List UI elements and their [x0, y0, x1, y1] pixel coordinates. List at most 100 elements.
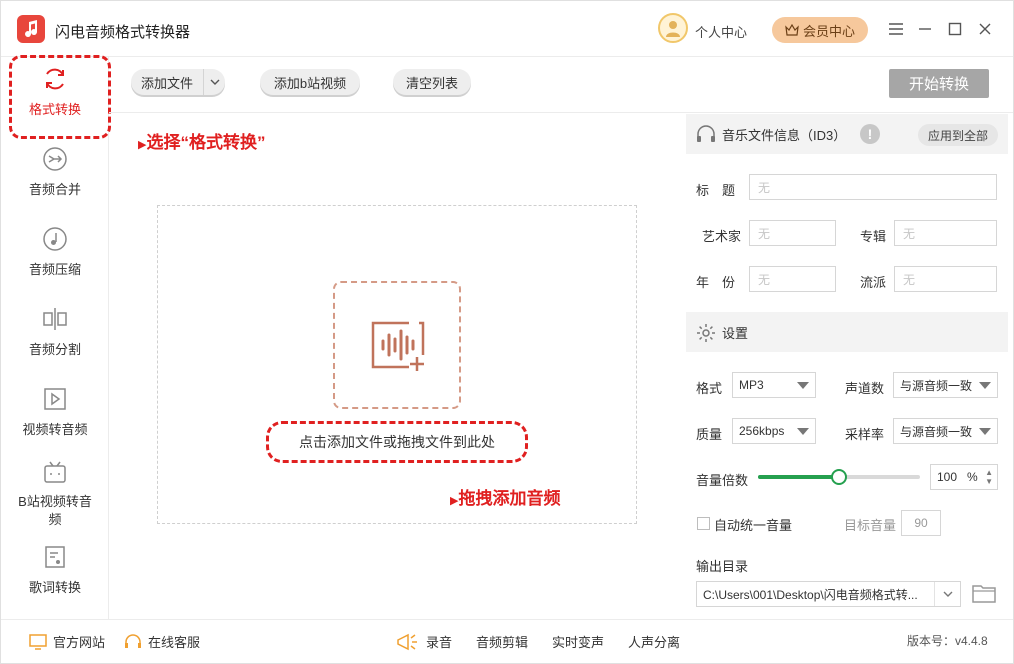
vocal-separate-link[interactable]: 人声分离 [628, 632, 680, 651]
lyrics-icon [41, 543, 69, 571]
sample-rate-value: 与源音频一致 [900, 424, 973, 439]
settings-section-header: 设置 [686, 312, 1008, 352]
format-value: MP3 [739, 378, 764, 392]
maximize-icon[interactable] [945, 19, 965, 39]
member-center-label: 会员中心 [802, 23, 855, 39]
channel-select[interactable]: 与源音频一致 [893, 372, 998, 398]
sidebar-item-format-convert[interactable]: 格式转换 [1, 55, 111, 139]
sidebar-item-label: 歌词转换 [28, 580, 81, 595]
member-center-button[interactable]: 会员中心 [772, 17, 868, 43]
folder-icon[interactable] [972, 583, 996, 606]
format-label: 格式 [696, 381, 723, 396]
personal-center-link[interactable]: 个人中心 [695, 22, 747, 41]
clear-list-button[interactable]: 清空列表 [393, 69, 471, 95]
headset-icon [125, 633, 141, 648]
record-link[interactable]: 录音 [396, 632, 452, 651]
volume-slider-handle[interactable] [831, 469, 847, 485]
highlight-frame [9, 55, 111, 139]
channel-label: 声道数 [845, 381, 885, 396]
bilibili-icon [41, 459, 69, 487]
sidebar-item-label: 音频分割 [28, 342, 81, 357]
volume-value: 100 [937, 470, 958, 484]
sidebar-item-label: 音频压缩 [28, 262, 81, 277]
year-label: 年 份 [696, 275, 736, 290]
volume-label: 音量倍数 [696, 473, 749, 488]
normalize-label: 自动统一音量 [714, 518, 793, 533]
artist-label: 艺术家 [702, 229, 742, 244]
title-label: 标 题 [696, 183, 736, 198]
volume-stepper[interactable]: 100 % ▲ ▼ [930, 464, 998, 490]
chevron-down-icon[interactable] [203, 69, 225, 95]
sidebar-item-compress[interactable]: 音频压缩 [1, 225, 109, 278]
volume-slider-fill [758, 475, 839, 479]
official-website-link[interactable]: 官方网站 [29, 632, 105, 651]
album-label: 专辑 [860, 229, 887, 244]
menu-icon[interactable] [886, 19, 906, 39]
quality-label: 质量 [696, 427, 723, 442]
sidebar-item-merge[interactable]: 音频合并 [1, 145, 109, 198]
minimize-icon[interactable] [915, 19, 935, 39]
add-file-button[interactable]: 添加文件 [131, 69, 225, 95]
sidebar-item-bilibili[interactable]: B站视频转音频 [1, 459, 109, 529]
title-field[interactable]: 无 [749, 174, 997, 200]
genre-field[interactable]: 无 [894, 266, 997, 292]
album-field[interactable]: 无 [894, 220, 997, 246]
chevron-down-icon [934, 582, 960, 606]
monitor-icon [29, 633, 47, 650]
year-field[interactable]: 无 [749, 266, 836, 292]
sample-rate-select[interactable]: 与源音频一致 [893, 418, 998, 444]
app-window: 闪电音频格式转换器 个人中心 会员中心 格式转换 音频合并 音频压缩 音频分割 … [0, 0, 1014, 664]
info-icon[interactable]: ! [860, 124, 880, 144]
voice-change-link[interactable]: 实时变声 [552, 632, 604, 651]
close-icon[interactable] [975, 19, 995, 39]
support-label: 在线客服 [148, 635, 201, 650]
apply-all-button[interactable]: 应用到全部 [918, 124, 998, 146]
sidebar-item-label: B站视频转音频 [18, 494, 92, 527]
bottom-bar: 官方网站 在线客服 录音 音频剪辑 实时变声 人声分离 版本号：v4.4.8 [1, 619, 1013, 663]
sample-rate-label: 采样率 [845, 427, 885, 442]
sidebar-item-video-to-audio[interactable]: 视频转音频 [1, 385, 109, 438]
split-icon [41, 305, 69, 333]
add-bilibili-button[interactable]: 添加b站视频 [260, 69, 360, 95]
id3-title: 音乐文件信息（ID3） [722, 127, 847, 143]
headphones-icon [696, 125, 716, 146]
target-volume-label: 目标音量 [844, 518, 897, 533]
normalize-checkbox[interactable] [697, 517, 710, 530]
add-audio-button[interactable] [333, 281, 461, 409]
sidebar-item-lyrics[interactable]: 歌词转换 [1, 543, 109, 596]
annotation-drag-text: 拖拽添加音频 [458, 489, 561, 508]
audio-edit-link[interactable]: 音频剪辑 [476, 632, 528, 651]
crown-icon [785, 24, 799, 36]
output-dir-value: C:\Users\001\Desktop\闪电音频格式转... [703, 587, 918, 602]
volume-slider[interactable] [758, 469, 920, 485]
target-volume-field[interactable]: 90 [901, 510, 941, 536]
app-logo-icon [17, 15, 45, 43]
annotation-select: ▶选择“格式转换” [138, 128, 265, 153]
compress-icon [41, 225, 69, 253]
gear-icon [696, 323, 716, 346]
quality-value: 256kbps [739, 424, 785, 438]
sidebar-item-label: 视频转音频 [22, 422, 88, 437]
avatar[interactable] [658, 13, 688, 43]
output-dir-select[interactable]: C:\Users\001\Desktop\闪电音频格式转... [696, 581, 961, 607]
sidebar: 格式转换 音频合并 音频压缩 音频分割 视频转音频 B站视频转音频 歌词转换 [1, 55, 111, 619]
artist-field[interactable]: 无 [749, 220, 836, 246]
annotation-select-text: 选择“格式转换” [146, 133, 266, 152]
channel-value: 与源音频一致 [900, 378, 973, 393]
start-convert-button[interactable]: 开始转换 [889, 69, 989, 98]
website-label: 官方网站 [53, 635, 106, 650]
settings-title: 设置 [722, 325, 749, 341]
stepper-arrows-icon[interactable]: ▲ ▼ [985, 468, 993, 486]
sidebar-item-split[interactable]: 音频分割 [1, 305, 109, 358]
chevron-down-icon [979, 382, 991, 389]
sidebar-item-label: 音频合并 [28, 182, 81, 197]
drop-hint-text: 点击添加文件或拖拽文件到此处 [299, 434, 495, 450]
online-support-link[interactable]: 在线客服 [124, 632, 200, 651]
format-select[interactable]: MP3 [732, 372, 816, 398]
megaphone-icon [397, 633, 417, 650]
toolbar: 添加文件 添加b站视频 清空列表 开始转换 [109, 57, 1013, 113]
chevron-down-icon [797, 428, 809, 435]
version-label: 版本号：v4.4.8 [907, 634, 988, 648]
annotation-drag: ▶拖拽添加音频 [450, 484, 560, 509]
quality-select[interactable]: 256kbps [732, 418, 816, 444]
